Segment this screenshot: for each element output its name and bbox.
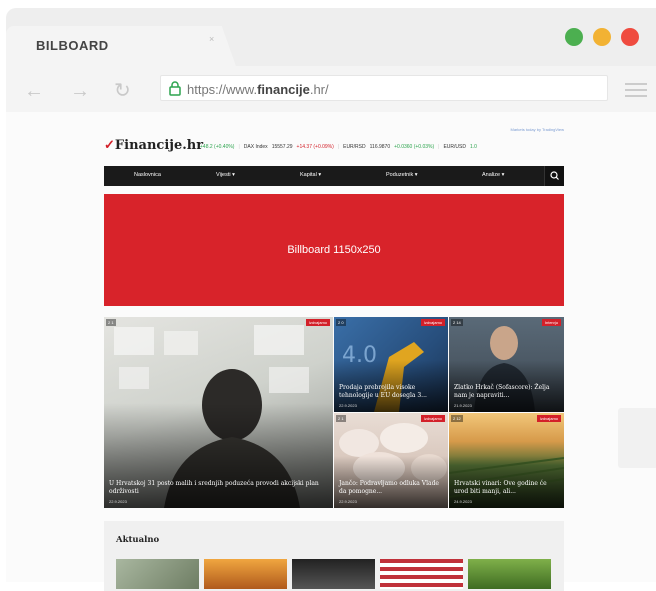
featured-article-4[interactable]: 2 1 Izdvajamo Jančo: Podravljamo odluka … [334, 413, 448, 508]
billboard-ad[interactable]: Billboard 1150x250 [104, 194, 564, 306]
aktualno-section: Aktualno [104, 521, 564, 591]
aktualno-thumbnail[interactable] [468, 559, 551, 589]
browser-window: BILBOARD × ← → ↻ https://www.financije.h… [6, 8, 656, 591]
photo-count: 2 14 [451, 319, 463, 326]
photo-count: 2 1 [336, 415, 346, 422]
aktualno-thumbnail[interactable] [116, 559, 199, 589]
aktualno-thumbnail[interactable] [380, 559, 463, 589]
category-badge[interactable]: Izdvajamo [536, 415, 561, 422]
hamburger-menu-icon[interactable] [625, 83, 647, 101]
aktualno-thumbnails [116, 559, 551, 589]
ticker-attribution[interactable]: Markets today by TradingView [510, 127, 564, 132]
lock-icon [169, 81, 181, 96]
site-header: ✓Financije.hr +48.2 (+0.40%) | DAX Index … [104, 136, 564, 156]
window-controls [565, 28, 639, 46]
article-date: 22.9.2023 [109, 499, 127, 504]
nav-item-vijesti[interactable]: Vijesti ▾ [216, 172, 235, 178]
article-date: 24.9.2023 [454, 499, 472, 504]
reload-icon[interactable]: ↻ [114, 81, 131, 101]
article-date: 22.9.2023 [339, 403, 357, 408]
nav-item-kapital[interactable]: Kapital ▾ [300, 172, 321, 178]
article-title[interactable]: U Hrvatskoj 31 posto malih i srednjih po… [109, 480, 328, 496]
article-date: 21.9.2023 [454, 403, 472, 408]
site-logo[interactable]: ✓Financije.hr [104, 138, 203, 153]
close-dot[interactable] [621, 28, 639, 46]
address-bar[interactable]: https://www.financije.hr/ [160, 75, 608, 101]
nav-item-analize[interactable]: Analize ▾ [482, 172, 504, 178]
article-title[interactable]: Zlatko Hrkač (Sofascore): Želja nam je n… [454, 384, 559, 400]
aktualno-thumbnail[interactable] [292, 559, 375, 589]
nav-item-poduzetnik[interactable]: Poduzetnik ▾ [386, 172, 418, 178]
forward-arrow-icon[interactable]: → [70, 81, 90, 101]
category-badge[interactable]: Intervju [541, 319, 561, 326]
photo-count: 2 1 [106, 319, 116, 326]
article-date: 22.9.2023 [339, 499, 357, 504]
article-title[interactable]: Jančo: Podravljamo odluka Vlade da pomog… [339, 480, 443, 496]
section-title: Aktualno [116, 535, 160, 545]
tab-close-icon[interactable]: × [209, 34, 214, 44]
nav-search-button[interactable] [544, 166, 564, 186]
back-arrow-icon[interactable]: ← [24, 81, 44, 101]
category-badge[interactable]: Izdvajamo [420, 319, 445, 326]
tab-title: BILBOARD [36, 38, 109, 53]
page-viewport: Markets today by TradingView ✓Financije.… [6, 112, 656, 591]
nav-item-naslovnica[interactable]: Naslovnica [134, 172, 161, 178]
browser-toolbar: ← → ↻ https://www.financije.hr/ [6, 66, 656, 112]
article-title[interactable]: Hrvatski vinari: Ove godine će urod biti… [454, 480, 559, 496]
minimize-dot[interactable] [565, 28, 583, 46]
photo-count: 2 12 [451, 415, 463, 422]
featured-article-3[interactable]: 2 14 Intervju Zlatko Hrkač (Sofascore): … [449, 317, 564, 412]
market-ticker: +48.2 (+0.40%) | DAX Index 15557.29 +14.3… [200, 144, 477, 150]
category-badge[interactable]: Izdvajamo [420, 415, 445, 422]
category-badge[interactable]: Izdvajamo [305, 319, 330, 326]
search-icon [550, 171, 559, 180]
main-navigation: Naslovnica Vijesti ▾ Kapital ▾ Poduzetni… [104, 166, 564, 186]
aktualno-thumbnail[interactable] [204, 559, 287, 589]
photo-count: 2 0 [336, 319, 346, 326]
article-title[interactable]: Prodaja prebrojila visoke tehnologije u … [339, 384, 443, 400]
featured-articles: 2 1 Izdvajamo U Hrvatskoj 31 posto malih… [104, 317, 564, 508]
billboard-label: Billboard 1150x250 [287, 244, 381, 256]
side-card [618, 408, 656, 468]
featured-article-2[interactable]: 4.0 2 0 Izdvajamo Prodaja prebrojila vis… [334, 317, 448, 412]
featured-article-main[interactable]: 2 1 Izdvajamo U Hrvatskoj 31 posto malih… [104, 317, 333, 508]
featured-article-5[interactable]: 2 12 Izdvajamo Hrvatski vinari: Ove godi… [449, 413, 564, 508]
url-text: https://www.financije.hr/ [187, 82, 329, 97]
maximize-dot[interactable] [593, 28, 611, 46]
